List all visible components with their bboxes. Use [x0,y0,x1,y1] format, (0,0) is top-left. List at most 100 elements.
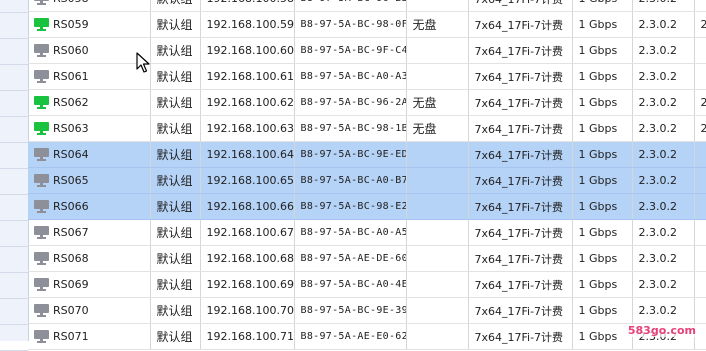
machine-name: RS065 [53,174,89,187]
cell-os: 7x64_17Fi-7计费 [468,89,573,116]
monitor-offline-icon [34,0,49,5]
table-row[interactable]: RS067 默认组 192.168.100.67 B8-97-5A-BC-A0-A5 7… [28,219,706,246]
monitor-offline-icon [34,226,49,239]
machine-name: RS062 [53,96,89,109]
left-panel-divider [0,298,28,299]
table-row[interactable]: RS059 默认组 192.168.100.59 B8-97-5A-BC-98-0F 无… [28,11,706,38]
cell-speed: 1 Gbps [572,245,633,272]
cell-os: 7x64_17Fi-7计费 [468,141,573,168]
cell-mac: B8-97-5A-BC-A0-B7 [294,167,407,194]
machine-name: RS060 [53,44,89,57]
table-row[interactable]: RS068 默认组 192.168.100.68 B8-97-5A-AE-DE-60 7… [28,245,706,272]
cell-group: 默认组 [150,115,201,142]
cell-speed: 1 Gbps [572,89,633,116]
cell-speed: 1 Gbps [572,323,633,350]
cell-speed: 1 Gbps [572,271,633,298]
cell-disk: 无盘 [406,89,469,116]
cell-speed: 1 Gbps [572,63,633,90]
cell-mac: B8-97-5A-BC-A0-A3 [294,63,407,90]
mouse-pointer-icon [136,52,150,73]
cell-group: 默认组 [150,297,201,324]
cell-name: RS060 [28,37,151,64]
cell-extra [694,0,706,12]
machine-name: RS059 [53,18,89,31]
cell-ip: 192.168.100.65 [200,167,295,194]
monitor-offline-icon [34,70,49,83]
cell-mac: B8-97-5A-AE-DE-60 [294,245,407,272]
monitor-online-icon [34,18,49,31]
cell-group: 默认组 [150,37,201,64]
cell-os: 7x64_17Fi-7计费 [468,323,573,350]
cell-name: RS061 [28,63,151,90]
cell-speed: 1 Gbps [572,0,633,12]
cell-extra [694,219,706,246]
machine-name: RS071 [53,330,89,343]
monitor-offline-icon [34,330,49,343]
cell-speed: 1 Gbps [572,297,633,324]
cell-name: RS068 [28,245,151,272]
left-panel-divider [0,64,28,65]
cell-version: 2.3.0.2 [632,0,695,12]
cell-disk [406,245,469,272]
cell-ip: 192.168.100.70 [200,297,295,324]
cell-mac: B8-97-5A-BC-96-2B [294,0,407,12]
cell-version: 2.3.0.2 [632,271,695,298]
cell-mac: B8-97-5A-BC-9F-C4 [294,37,407,64]
left-panel-divider [0,194,28,195]
table-row[interactable]: RS058 默认组192.168.100.58B8-97-5A-BC-96-2B 7… [28,0,706,12]
cell-ip: 192.168.100.60 [200,37,295,64]
cell-version: 2.3.0.2 [632,89,695,116]
cell-ip: 192.168.100.68 [200,245,295,272]
cell-version: 2.3.0.2 [632,37,695,64]
table-row[interactable]: RS066 默认组 192.168.100.66 B8-97-5A-BC-98-E2 7… [28,193,706,220]
cell-disk [406,0,469,12]
cell-group: 默认组 [150,11,201,38]
cell-name: RS066 [28,193,151,220]
table-row[interactable]: RS065 默认组 192.168.100.65 B8-97-5A-BC-A0-B7 7… [28,167,706,194]
cell-group: 默认组 [150,63,201,90]
cell-ip: 192.168.100.61 [200,63,295,90]
left-panel-divider [0,38,28,39]
machine-name: RS068 [53,252,89,265]
cell-name: RS059 [28,11,151,38]
left-panel-edge [0,0,29,351]
cell-os: 7x64_17Fi-7计费 [468,193,573,220]
cell-os: 7x64_17Fi-7计费 [468,167,573,194]
cell-mac: B8-97-5A-BC-A0-4E [294,271,407,298]
cell-group: 默认组 [150,167,201,194]
table-row[interactable]: RS071 默认组 192.168.100.71 B8-97-5A-AE-E0-62 7… [28,323,706,350]
monitor-online-icon [34,96,49,109]
monitor-offline-icon [34,278,49,291]
cell-name: RS067 [28,219,151,246]
cell-mac: B8-97-5A-BC-98-E2 [294,193,407,220]
machine-name: RS058 [53,0,89,5]
cell-name: RS070 [28,297,151,324]
cell-ip: 192.168.100.69 [200,271,295,298]
machine-name: RS063 [53,122,89,135]
cell-group: 默认组 [150,0,201,12]
monitor-offline-icon [34,174,49,187]
cell-version: 2.3.0.2 [632,167,695,194]
table-row[interactable]: RS064 默认组 192.168.100.64 B8-97-5A-BC-9E-ED 7… [28,141,706,168]
cell-extra [694,167,706,194]
left-panel-divider [0,324,28,325]
table-row[interactable]: RS070 默认组 192.168.100.70 B8-97-5A-BC-9E-39 7… [28,297,706,324]
cell-name: RS071 [28,323,151,350]
cell-extra [694,141,706,168]
cell-extra [694,37,706,64]
cell-mac: B8-97-5A-BC-9E-ED [294,141,407,168]
table-row[interactable]: RS060 默认组 192.168.100.60 B8-97-5A-BC-9F-C4 7… [28,37,706,64]
machine-name: RS066 [53,200,89,213]
table-row[interactable]: RS061 默认组 192.168.100.61 B8-97-5A-BC-A0-A3 7… [28,63,706,90]
table-row[interactable]: RS069 默认组 192.168.100.69 B8-97-5A-BC-A0-4E 7… [28,271,706,298]
cell-disk [406,37,469,64]
cell-disk [406,219,469,246]
cell-ip: 192.168.100.67 [200,219,295,246]
cell-speed: 1 Gbps [572,193,633,220]
cell-ip: 192.168.100.62 [200,89,295,116]
table-row[interactable]: RS062 默认组 192.168.100.62 B8-97-5A-BC-96-2A 无… [28,89,706,116]
left-panel-divider [0,272,28,273]
table-row[interactable]: RS063 默认组 192.168.100.63 B8-97-5A-BC-98-1B 无… [28,115,706,142]
monitor-offline-icon [34,304,49,317]
cell-os: 7x64_17Fi-7计费 [468,297,573,324]
